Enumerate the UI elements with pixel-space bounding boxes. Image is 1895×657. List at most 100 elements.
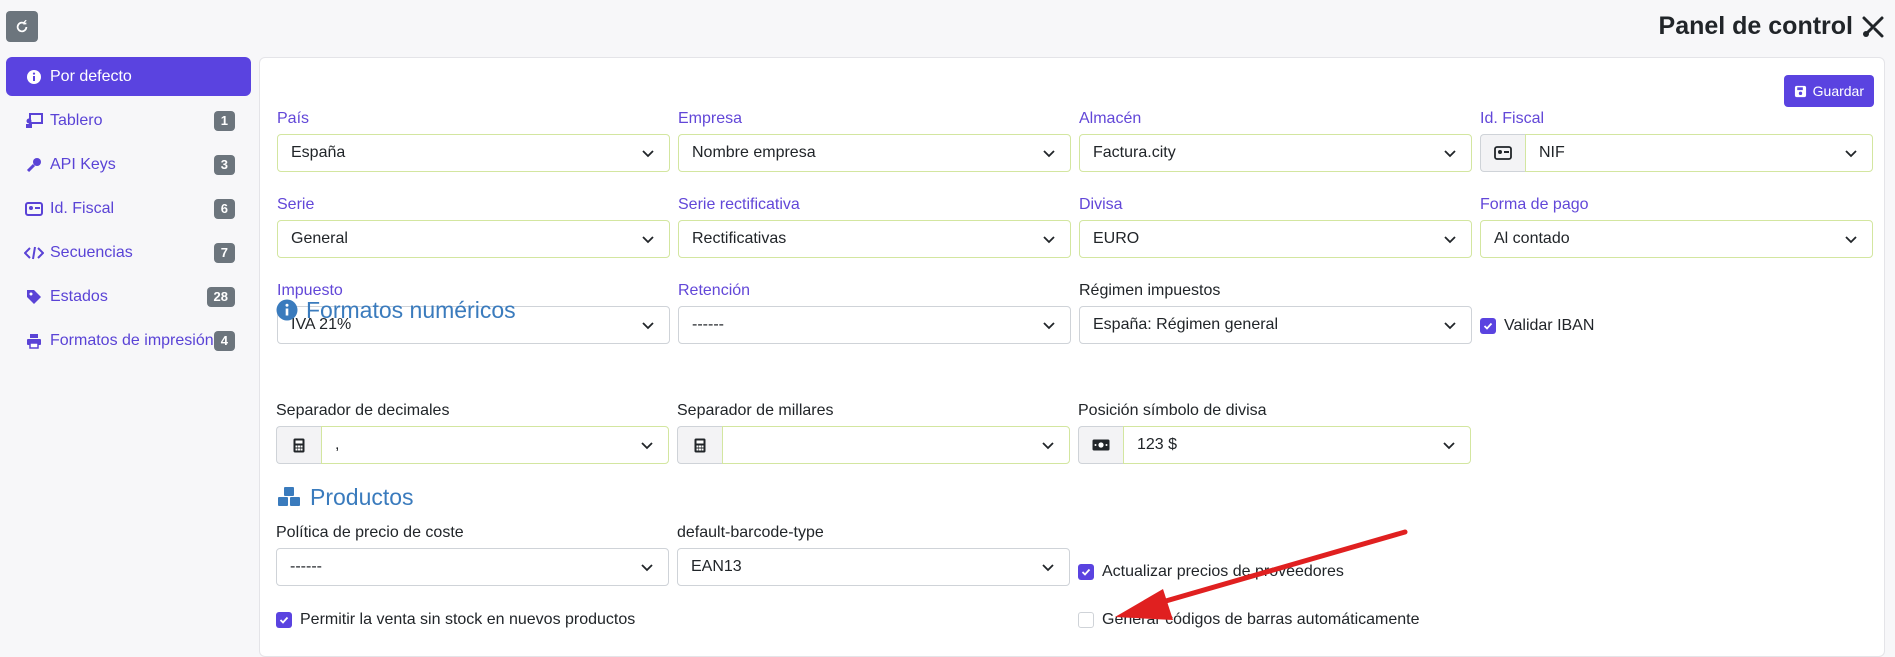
sidebar-item-label: Secuencias — [50, 243, 133, 261]
regimen-select[interactable]: España: Régimen general — [1079, 306, 1472, 344]
serie-select[interactable]: General — [277, 220, 670, 258]
field-label: País — [277, 110, 310, 127]
field-label: Serie rectificativa — [678, 196, 800, 213]
field-label: Forma de pago — [1480, 196, 1589, 213]
checkbox-unchecked[interactable] — [1078, 612, 1094, 628]
id-card-icon — [1480, 134, 1525, 172]
select-value: , — [335, 436, 340, 453]
field-label: Separador de decimales — [276, 402, 450, 419]
field-separador-decimales: Separador de decimales , — [276, 400, 669, 464]
generar-codigos-checkbox[interactable]: Generar códigos de barras automáticament… — [1078, 611, 1420, 629]
select-value: Al contado — [1494, 230, 1570, 247]
field-label: Régimen impuestos — [1079, 282, 1221, 299]
field-empresa: Empresa Nombre empresa — [678, 108, 1071, 172]
chevron-down-icon — [641, 564, 653, 572]
chevron-down-icon — [642, 150, 654, 158]
section-title-text: Productos — [310, 483, 414, 510]
politica-precio-select[interactable]: ------ — [276, 548, 669, 586]
chevron-down-icon — [642, 236, 654, 244]
section-title-text: Formatos numéricos — [306, 296, 516, 323]
select-value: Nombre empresa — [692, 144, 816, 161]
refresh-icon — [16, 19, 28, 32]
chevron-down-icon — [1443, 442, 1455, 450]
tools-icon — [1862, 16, 1884, 37]
sidebar-item-label: Por defecto — [50, 67, 132, 85]
chevron-down-icon — [1444, 150, 1456, 158]
field-label: Serie — [277, 196, 315, 213]
retencion-select[interactable]: ------ — [678, 306, 1071, 344]
key-icon — [24, 155, 44, 175]
money-bill-icon — [1078, 426, 1123, 464]
field-label: Retención — [678, 282, 751, 299]
select-value: Rectificativas — [692, 230, 787, 247]
serie-rectificativa-select[interactable]: Rectificativas — [678, 220, 1071, 258]
field-politica-precio: Política de precio de coste ------ — [276, 522, 669, 586]
chevron-down-icon — [641, 442, 653, 450]
separador-millares-select[interactable] — [722, 426, 1070, 464]
id-card-icon — [24, 199, 44, 219]
chevron-down-icon — [1444, 322, 1456, 330]
count-badge: 7 — [213, 243, 235, 263]
sidebar-item-tablero[interactable]: Tablero 1 — [6, 101, 251, 140]
field-regimen: Régimen impuestos España: Régimen genera… — [1079, 280, 1472, 344]
checkbox-checked[interactable] — [1480, 318, 1496, 334]
save-button-label: Guardar — [1812, 83, 1864, 99]
field-label: Almacén — [1079, 110, 1142, 127]
section-formatos-numericos-title: Formatos numéricos — [276, 294, 516, 326]
field-label: Política de precio de coste — [276, 524, 464, 541]
checkbox-label: Permitir la venta sin stock en nuevos pr… — [300, 611, 636, 628]
checkbox-label: Validar IBAN — [1504, 317, 1595, 334]
field-label: Separador de millares — [677, 402, 834, 419]
cubes-icon — [278, 487, 300, 506]
chevron-down-icon — [642, 322, 654, 330]
select-value: ------ — [692, 316, 724, 333]
almacen-select[interactable]: Factura.city — [1079, 134, 1472, 172]
field-label: Empresa — [678, 110, 743, 127]
sidebar-item-id-fiscal[interactable]: Id. Fiscal 6 — [6, 189, 251, 228]
count-badge: 6 — [213, 199, 235, 219]
info-icon — [24, 67, 44, 87]
checkbox-checked[interactable] — [276, 612, 292, 628]
tags-icon — [24, 287, 44, 307]
checkbox-checked[interactable] — [1078, 564, 1094, 580]
select-value: 123 $ — [1137, 436, 1178, 453]
sidebar-item-label: Formatos de impresión — [50, 331, 214, 349]
sidebar-item-label: Id. Fiscal — [50, 199, 115, 217]
sidebar-item-secuencias[interactable]: Secuencias 7 — [6, 233, 251, 272]
validar-iban-checkbox[interactable]: Validar IBAN — [1480, 317, 1594, 335]
chevron-down-icon — [1042, 564, 1054, 572]
field-barcode-type: default-barcode-type EAN13 — [677, 522, 1070, 586]
separador-decimales-select[interactable]: , — [321, 426, 669, 464]
id-fiscal-select[interactable]: NIF — [1525, 134, 1873, 172]
sidebar-item-estados[interactable]: Estados 28 — [6, 277, 251, 316]
divisa-select[interactable]: EURO — [1079, 220, 1472, 258]
sidebar-item-label: API Keys — [50, 155, 116, 173]
actualizar-precios-checkbox[interactable]: Actualizar precios de proveedores — [1078, 563, 1344, 581]
sidebar-item-por-defecto[interactable]: Por defecto — [6, 57, 251, 96]
save-button[interactable]: Guardar — [1783, 75, 1874, 107]
forma-pago-select[interactable]: Al contado — [1480, 220, 1873, 258]
field-divisa: Divisa EURO — [1079, 194, 1472, 258]
sidebar-item-api-keys[interactable]: API Keys 3 — [6, 145, 251, 184]
permitir-venta-checkbox[interactable]: Permitir la venta sin stock en nuevos pr… — [276, 611, 635, 629]
field-label: default-barcode-type — [677, 524, 824, 541]
chevron-down-icon — [1444, 236, 1456, 244]
sidebar-item-label: Tablero — [50, 111, 103, 129]
posicion-divisa-select[interactable]: 123 $ — [1123, 426, 1471, 464]
posicion-divisa-group: 123 $ — [1078, 426, 1471, 464]
sidebar-item-formatos-impresion[interactable]: Formatos de impresión 4 — [6, 321, 251, 360]
count-badge: 3 — [213, 155, 235, 175]
empresa-select[interactable]: Nombre empresa — [678, 134, 1071, 172]
field-serie: Serie General — [277, 194, 670, 258]
field-label: Posición símbolo de divisa — [1078, 402, 1267, 419]
field-forma-pago: Forma de pago Al contado — [1480, 194, 1873, 258]
select-value: EAN13 — [691, 558, 742, 575]
field-pais: País España — [277, 108, 670, 172]
field-almacen: Almacén Factura.city — [1079, 108, 1472, 172]
checkbox-label: Generar códigos de barras automáticament… — [1102, 611, 1420, 628]
chevron-down-icon — [1043, 322, 1055, 330]
count-badge: 1 — [213, 111, 235, 131]
refresh-button[interactable] — [6, 11, 38, 42]
barcode-type-select[interactable]: EAN13 — [677, 548, 1070, 586]
pais-select[interactable]: España — [277, 134, 670, 172]
